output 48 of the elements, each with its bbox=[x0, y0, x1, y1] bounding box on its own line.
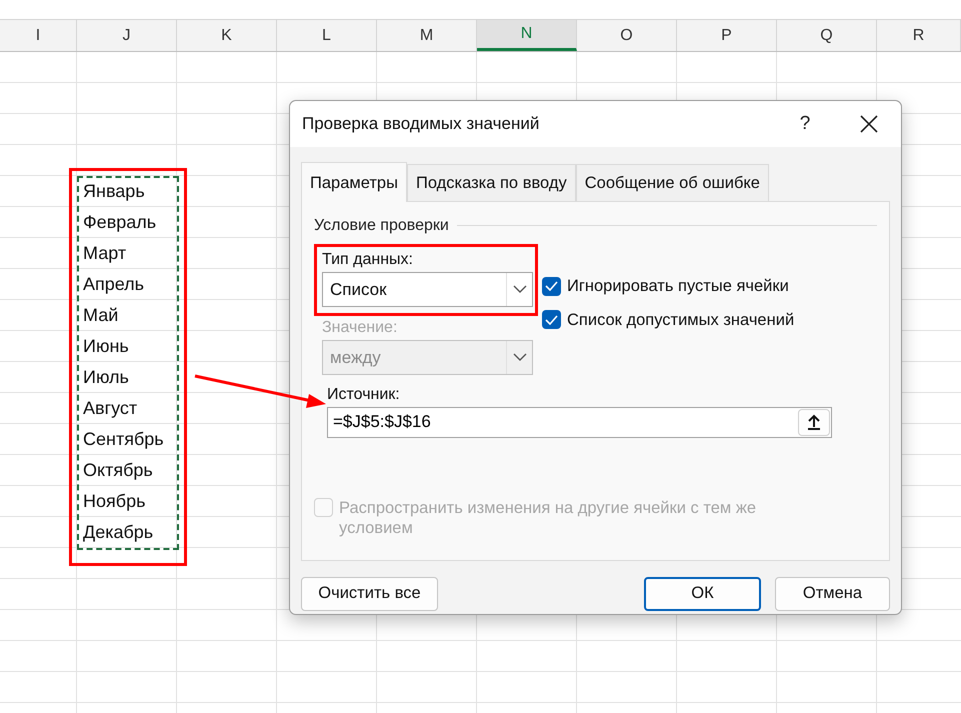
table-cell-text: Май bbox=[82, 304, 120, 327]
column-header[interactable]: K bbox=[177, 20, 277, 51]
table-cell-text: Ноябрь bbox=[82, 490, 146, 513]
close-icon bbox=[860, 115, 878, 133]
table-cell-text: Февраль bbox=[82, 211, 158, 234]
checkbox-label: Распространить изменения на другие ячейки с тем же условием bbox=[339, 498, 758, 538]
table-cell-text: Декабрь bbox=[82, 521, 154, 544]
source-field[interactable]: =$J$5:$J$16 bbox=[327, 406, 832, 438]
table-cell-text: Январь bbox=[82, 180, 146, 203]
table-cell-text: Апрель bbox=[82, 273, 146, 296]
tab[interactable]: Сообщение об ошибке bbox=[576, 164, 769, 201]
chevron-icon bbox=[512, 353, 526, 362]
tab[interactable]: Параметры bbox=[301, 162, 407, 202]
table-cell-text: Октябрь bbox=[82, 459, 154, 482]
field-label: Значение: bbox=[322, 318, 398, 338]
table-cell-text: Июнь bbox=[82, 335, 130, 358]
range-select-button[interactable] bbox=[798, 408, 830, 436]
group-title: Условие проверки bbox=[314, 216, 449, 236]
column-header[interactable]: J bbox=[77, 20, 177, 51]
column-header[interactable]: P bbox=[677, 20, 777, 51]
checkbox[interactable] bbox=[542, 276, 561, 296]
table-cell-text: Сентябрь bbox=[82, 428, 165, 451]
dialog-button[interactable]: Очистить все bbox=[301, 576, 438, 611]
dropdown[interactable]: Список bbox=[322, 272, 533, 307]
chevron-icon bbox=[512, 285, 526, 294]
column-header[interactable]: R bbox=[877, 20, 961, 51]
column-header[interactable]: I bbox=[0, 20, 77, 51]
checkbox-label: Игнорировать пустые ячейки bbox=[567, 276, 789, 297]
column-header[interactable]: L bbox=[277, 20, 377, 51]
dialog-button[interactable]: ОК bbox=[644, 576, 761, 611]
dialog-button[interactable]: Отмена bbox=[775, 576, 890, 611]
table-cell-text: Март bbox=[82, 242, 128, 265]
column-header[interactable]: O bbox=[577, 20, 677, 51]
upload-arrow-icon bbox=[807, 414, 821, 430]
table-cell-text: Июль bbox=[82, 366, 130, 389]
table-cell-text: Август bbox=[82, 397, 138, 420]
field-label: Источник: bbox=[327, 384, 401, 405]
checkbox[interactable] bbox=[542, 310, 561, 330]
check-icon bbox=[545, 314, 558, 325]
help-button[interactable]: ? bbox=[785, 110, 825, 138]
checkbox-label: Список допустимых значений bbox=[567, 310, 794, 330]
column-header[interactable]: N bbox=[477, 20, 577, 51]
field-label: Тип данных: bbox=[322, 250, 414, 270]
dropdown: между bbox=[322, 340, 533, 375]
tab[interactable]: Подсказка по вводу bbox=[406, 164, 576, 201]
column-header[interactable]: Q bbox=[777, 20, 877, 51]
window-title: Проверка вводимых значений bbox=[302, 113, 540, 136]
check-icon bbox=[545, 281, 558, 292]
